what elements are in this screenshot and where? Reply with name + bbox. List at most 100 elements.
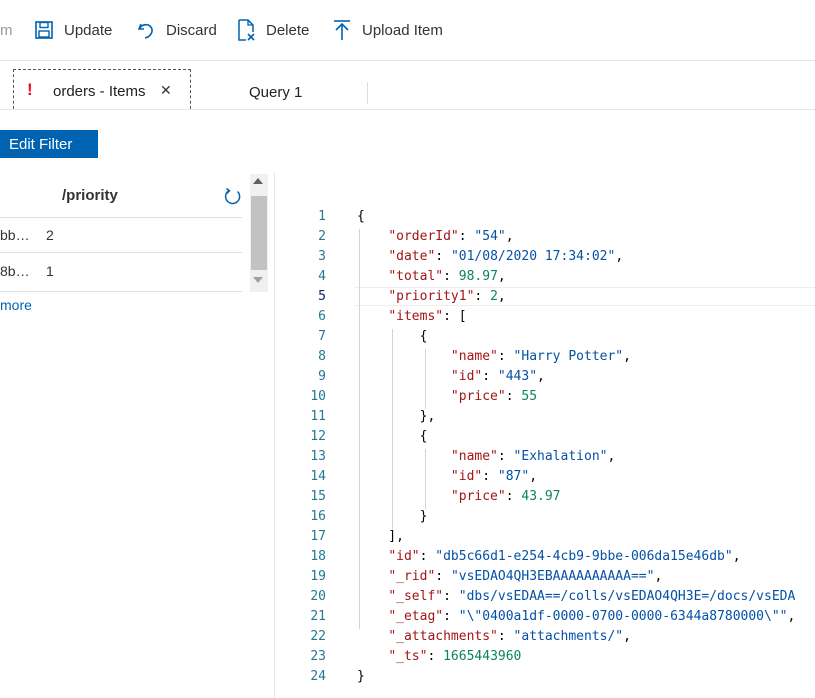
json-punctuation: : bbox=[435, 569, 451, 584]
json-punctuation bbox=[357, 649, 388, 664]
json-key: "id" bbox=[388, 549, 420, 564]
code-line: "price": 43.97 bbox=[357, 489, 561, 504]
line-number: 5 bbox=[318, 289, 326, 304]
line-number: 8 bbox=[318, 349, 326, 364]
line-number: 14 bbox=[310, 469, 326, 484]
line-number: 22 bbox=[310, 629, 326, 644]
json-key: "_rid" bbox=[388, 569, 436, 584]
json-punctuation bbox=[357, 469, 451, 484]
upload-icon bbox=[334, 20, 350, 40]
table-row[interactable]: 8b… 1 bbox=[0, 253, 242, 291]
line-number: 10 bbox=[310, 389, 326, 404]
code-line: "_ts": 1665443960 bbox=[357, 649, 521, 664]
json-punctuation: : bbox=[497, 349, 514, 364]
close-icon[interactable]: ✕ bbox=[160, 82, 172, 99]
delete-button[interactable]: Delete bbox=[236, 17, 309, 43]
code-line: ], bbox=[357, 529, 404, 544]
line-number: 11 bbox=[310, 409, 326, 424]
code-line: "id": "87", bbox=[357, 469, 537, 484]
json-string: "01/08/2020 17:34:02" bbox=[450, 249, 616, 264]
new-item-button-partial[interactable]: m bbox=[0, 17, 13, 43]
json-punctuation bbox=[357, 269, 388, 284]
json-punctuation: : bbox=[427, 649, 444, 664]
update-button[interactable]: Update bbox=[34, 17, 112, 43]
scrollbar-thumb[interactable] bbox=[251, 196, 267, 270]
line-number: 15 bbox=[310, 489, 326, 504]
line-number: 19 bbox=[310, 569, 326, 584]
scroll-up-arrow-icon[interactable] bbox=[253, 178, 263, 184]
json-punctuation: { bbox=[357, 429, 428, 444]
tab-query-1[interactable]: Query 1 bbox=[249, 84, 302, 101]
json-string: "\"0400a1df-0000-0700-0000-6344a8780000\… bbox=[458, 609, 788, 624]
json-punctuation: : bbox=[419, 549, 436, 564]
upload-item-button[interactable]: Upload Item bbox=[332, 17, 443, 43]
tab-orders-items[interactable]: ! orders - Items ✕ bbox=[13, 69, 191, 109]
json-punctuation: : bbox=[482, 469, 498, 484]
json-key: "_etag" bbox=[388, 609, 444, 624]
row-priority: 2 bbox=[46, 227, 54, 243]
scroll-down-arrow-icon[interactable] bbox=[253, 277, 263, 283]
new-item-label: m bbox=[0, 21, 13, 39]
line-number: 7 bbox=[318, 329, 326, 344]
code-line: "priority1": 2, bbox=[357, 289, 506, 304]
code-line: }, bbox=[357, 409, 436, 424]
json-punctuation: , bbox=[615, 249, 624, 264]
line-number: 12 bbox=[310, 429, 326, 444]
tab-separator bbox=[367, 82, 368, 104]
json-punctuation bbox=[357, 449, 451, 464]
json-punctuation: : bbox=[443, 269, 459, 284]
code-line: "price": 55 bbox=[357, 389, 537, 404]
discard-label: Discard bbox=[166, 21, 217, 39]
json-number: 1665443960 bbox=[443, 649, 522, 664]
delete-document-icon bbox=[238, 19, 255, 41]
json-string: "Harry Potter" bbox=[513, 349, 624, 364]
code-line: } bbox=[357, 669, 365, 684]
error-alert-icon: ! bbox=[27, 80, 33, 99]
json-punctuation: : bbox=[435, 249, 451, 264]
update-label: Update bbox=[64, 21, 113, 39]
code-line: "id": "db5c66d1-e254-4cb9-9bbe-006da15e4… bbox=[357, 549, 740, 564]
table-row[interactable]: bb… 2 bbox=[0, 218, 242, 252]
code-line: "_self": "dbs/vsEDAA==/colls/vsEDAO4QH3E… bbox=[357, 589, 795, 604]
code-line: "date": "01/08/2020 17:34:02", bbox=[357, 249, 623, 264]
json-punctuation: : bbox=[443, 589, 459, 604]
json-punctuation: , bbox=[497, 269, 506, 284]
json-punctuation: , bbox=[505, 229, 514, 244]
json-punctuation: : bbox=[497, 629, 514, 644]
json-key: "items" bbox=[388, 309, 444, 324]
json-punctuation: }, bbox=[357, 409, 436, 424]
line-number: 17 bbox=[310, 529, 326, 544]
refresh-icon[interactable] bbox=[223, 187, 243, 207]
pane-divider[interactable] bbox=[274, 172, 275, 698]
line-number: 23 bbox=[310, 649, 326, 664]
upload-item-label: Upload Item bbox=[362, 21, 443, 39]
json-key: "total" bbox=[388, 269, 444, 284]
json-number: 43.97 bbox=[521, 489, 561, 504]
load-more-link[interactable]: more bbox=[0, 297, 32, 313]
json-string: "443" bbox=[497, 369, 538, 384]
json-punctuation bbox=[357, 609, 388, 624]
column-header-priority[interactable]: /priority bbox=[62, 187, 118, 204]
json-key: "price" bbox=[450, 389, 506, 404]
json-punctuation bbox=[357, 589, 388, 604]
line-number: 6 bbox=[318, 309, 326, 324]
json-key: "price" bbox=[450, 489, 506, 504]
json-punctuation: : bbox=[505, 389, 522, 404]
line-number: 3 bbox=[318, 249, 326, 264]
discard-button[interactable]: Discard bbox=[136, 17, 217, 43]
code-line: "_attachments": "attachments/", bbox=[357, 629, 631, 644]
code-line: "_rid": "vsEDAO4QH3EBAAAAAAAAAA==", bbox=[357, 569, 662, 584]
row-id: bb… bbox=[0, 227, 30, 243]
json-punctuation: : bbox=[482, 369, 498, 384]
json-punctuation: , bbox=[654, 569, 663, 584]
json-punctuation bbox=[357, 389, 451, 404]
line-number: 1 bbox=[318, 209, 326, 224]
json-punctuation bbox=[357, 309, 388, 324]
json-punctuation: , bbox=[497, 289, 506, 304]
edit-filter-button[interactable]: Edit Filter bbox=[0, 130, 98, 158]
code-line: "total": 98.97, bbox=[357, 269, 506, 284]
line-number: 24 bbox=[310, 669, 326, 684]
json-string: "54" bbox=[474, 229, 506, 244]
json-punctuation: , bbox=[607, 449, 616, 464]
json-key: "name" bbox=[450, 349, 498, 364]
